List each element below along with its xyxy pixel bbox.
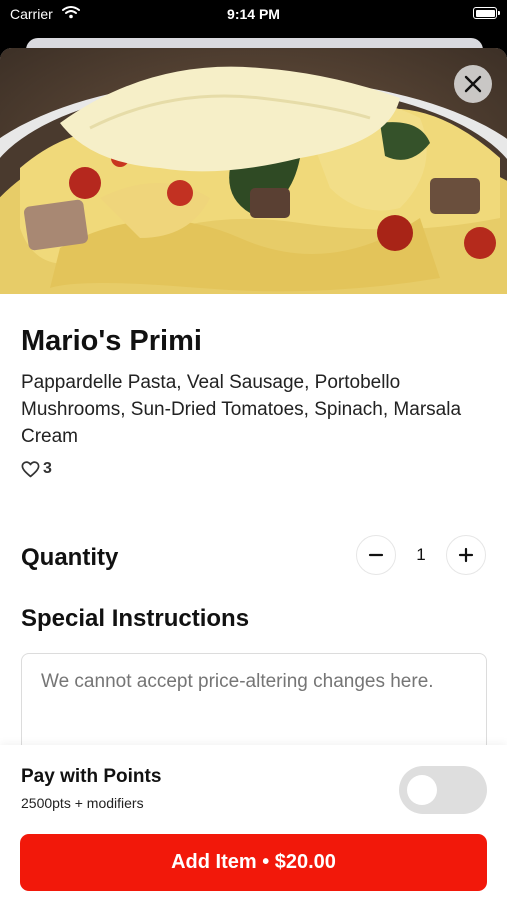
bottom-action-bar: Pay with Points 2500pts + modifiers Add … bbox=[0, 745, 507, 900]
battery-icon bbox=[473, 7, 500, 19]
pay-with-points-toggle[interactable] bbox=[399, 766, 487, 814]
points-cost-label: 2500pts + modifiers bbox=[21, 795, 144, 811]
item-description: Pappardelle Pasta, Veal Sausage, Portobe… bbox=[21, 372, 462, 447]
close-button[interactable] bbox=[454, 65, 492, 103]
decrease-quantity-button[interactable] bbox=[356, 535, 396, 575]
increase-quantity-button[interactable] bbox=[446, 535, 486, 575]
heart-icon bbox=[21, 460, 40, 477]
quantity-value: 1 bbox=[416, 545, 426, 564]
add-item-button[interactable]: Add Item • $20.00 bbox=[20, 834, 487, 891]
close-icon bbox=[464, 75, 482, 93]
toggle-knob bbox=[407, 775, 437, 805]
likes-count: 3 bbox=[43, 460, 52, 477]
pay-with-points-label: Pay with Points bbox=[21, 766, 162, 787]
likes-button[interactable]: 3 bbox=[21, 460, 52, 478]
item-detail-sheet: Mario's Primi Pappardelle Pasta, Veal Sa… bbox=[0, 48, 507, 900]
status-bar: Carrier 9:14 PM bbox=[0, 0, 507, 28]
minus-icon bbox=[368, 553, 384, 557]
food-photo bbox=[0, 48, 507, 294]
quantity-label: Quantity bbox=[21, 544, 119, 571]
plus-icon bbox=[458, 547, 474, 563]
special-instructions-label: Special Instructions bbox=[21, 605, 250, 632]
item-title: Mario's Primi bbox=[21, 325, 202, 357]
clock: 9:14 PM bbox=[227, 6, 280, 22]
